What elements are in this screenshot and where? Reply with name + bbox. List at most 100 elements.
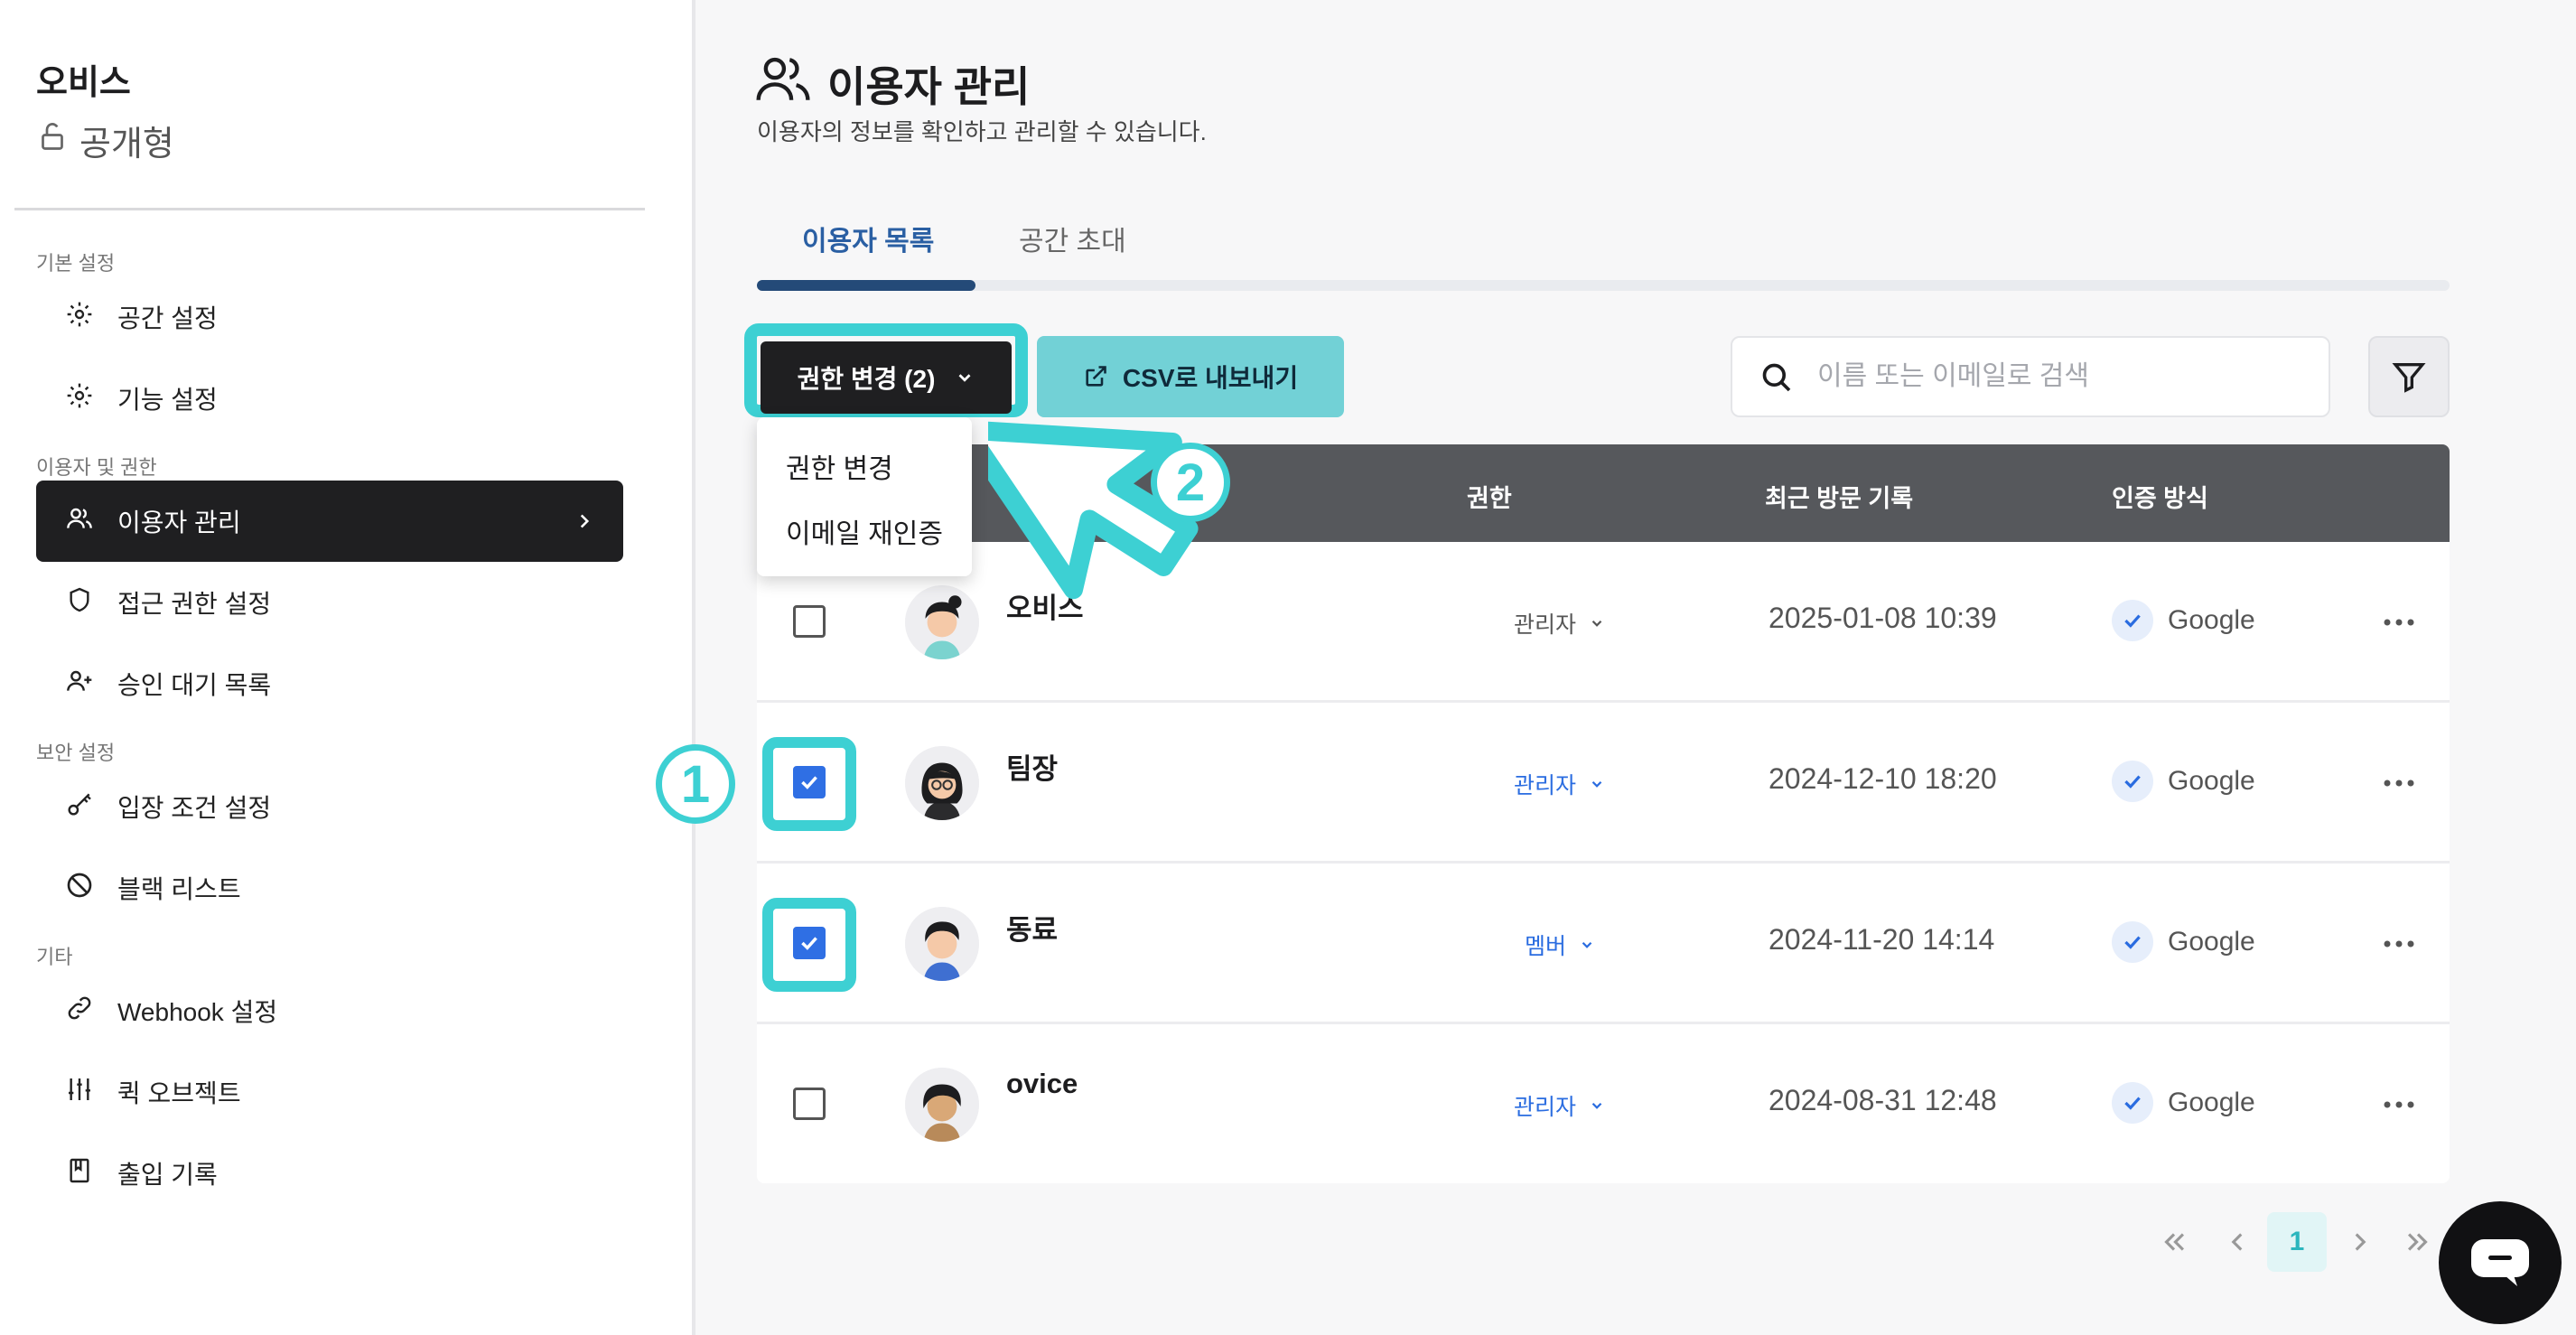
permission-dropdown-menu: 권한 변경 이메일 재인증 [757, 417, 972, 576]
column-header-last-visit: 최근 방문 기록 [1765, 485, 1914, 512]
chevron-down-icon [1591, 780, 1602, 788]
column-header-auth: 인증 방식 [2112, 485, 2208, 512]
double-chevron-right-icon [2407, 1233, 2428, 1251]
change-permission-label: 권한 변경 (2) [797, 365, 936, 393]
check-icon [2112, 761, 2153, 802]
sidebar-item-entry-conditions[interactable]: 입장 조건 설정 [36, 766, 623, 847]
row-checkbox[interactable] [793, 605, 826, 638]
last-visit: 2025-01-08 10:39 [1769, 602, 1997, 634]
sidebar-item-label: 퀵 오브젝트 [117, 1079, 241, 1107]
users-icon [755, 52, 811, 115]
chevron-down-icon [1582, 941, 1592, 948]
book-icon [65, 1156, 94, 1191]
role-dropdown[interactable]: 관리자 [1514, 768, 1605, 800]
chevron-right-icon [2355, 1233, 2366, 1251]
sidebar: 오비스 공개형 기본 설정 공간 설정 기능 설정 이용자 및 권한 이용자 관… [0, 0, 695, 1335]
column-header-role: 권한 [1467, 485, 1512, 512]
user-name: ovice [1006, 1068, 1078, 1099]
search-input[interactable] [1817, 361, 2305, 392]
sidebar-item-label: Webhook 설정 [117, 998, 278, 1026]
table-row: ovice 관리자 2024-08-31 12:48 Google [757, 1024, 2450, 1183]
sidebar-item-label: 기능 설정 [117, 386, 218, 414]
chevron-left-icon [2231, 1233, 2243, 1251]
first-page-button[interactable] [2144, 1212, 2204, 1272]
filter-button[interactable] [2368, 336, 2450, 417]
section-label-security: 보안 설정 [36, 742, 116, 764]
sidebar-item-label: 이용자 관리 [117, 509, 241, 537]
highlight-checkbox-row2 [762, 737, 856, 831]
chevron-down-icon [1591, 1102, 1602, 1109]
section-label-other: 기타 [36, 946, 73, 968]
next-page-button[interactable] [2330, 1212, 2390, 1272]
sidebar-item-access-log[interactable]: 출입 기록 [36, 1133, 623, 1214]
more-options-icon[interactable] [2381, 1091, 2417, 1118]
menu-item-email-reverify[interactable]: 이메일 재인증 [757, 499, 972, 564]
sidebar-item-space-settings[interactable]: 공간 설정 [36, 276, 623, 358]
tab-user-list[interactable]: 이용자 목록 [802, 219, 934, 258]
sidebar-divider [14, 208, 645, 210]
chat-icon [2471, 1239, 2529, 1286]
sidebar-item-webhook[interactable]: Webhook 설정 [36, 970, 623, 1051]
filter-icon [2392, 363, 2426, 393]
last-visit: 2024-08-31 12:48 [1769, 1084, 1997, 1116]
row-checkbox[interactable] [793, 1088, 826, 1120]
role-label: 멤버 [1525, 934, 1567, 959]
user-name: 팀장 [1006, 753, 1059, 785]
chevron-down-icon [958, 374, 971, 382]
gear-icon [65, 300, 94, 335]
menu-item-change-permission[interactable]: 권한 변경 [757, 434, 972, 499]
user-add-icon [65, 667, 94, 702]
sidebar-item-access-settings[interactable]: 접근 권한 설정 [36, 562, 623, 643]
role-label: 관리자 [1514, 773, 1577, 798]
page-button-current[interactable]: 1 [2267, 1212, 2327, 1272]
sidebar-item-user-management[interactable]: 이용자 관리 [36, 481, 623, 562]
more-options-icon[interactable] [2381, 770, 2417, 797]
search-icon [1762, 363, 1791, 392]
key-icon [65, 789, 94, 825]
auth-method: Google [2112, 921, 2255, 963]
role-dropdown[interactable]: 관리자 [1514, 1089, 1605, 1122]
org-name: 오비스 [36, 64, 131, 102]
sidebar-item-blacklist[interactable]: 블랙 리스트 [36, 847, 623, 929]
highlight-checkbox-row3 [762, 898, 856, 992]
more-options-icon[interactable] [2381, 609, 2417, 636]
role-dropdown[interactable]: 관리자 [1514, 607, 1605, 639]
role-dropdown[interactable]: 멤버 [1525, 929, 1595, 961]
sidebar-item-label: 접근 권한 설정 [117, 590, 272, 618]
page-subtitle: 이용자의 정보를 확인하고 관리할 수 있습니다. [757, 118, 1207, 145]
sidebar-item-feature-settings[interactable]: 기능 설정 [36, 358, 623, 439]
avatar [905, 746, 979, 820]
more-options-icon[interactable] [2381, 930, 2417, 957]
org-type-label: 공개형 [79, 126, 174, 163]
avatar [905, 1068, 979, 1142]
users-icon [65, 504, 94, 539]
tab-space-invite[interactable]: 공간 초대 [1019, 219, 1126, 258]
chat-support-button[interactable] [2439, 1201, 2562, 1324]
gear-icon [65, 381, 94, 416]
role-label: 관리자 [1514, 612, 1577, 638]
auth-label: Google [2168, 766, 2255, 796]
auth-label: Google [2168, 1088, 2255, 1117]
change-permission-button[interactable]: 권한 변경 (2) [761, 341, 1012, 414]
auth-method: Google [2112, 1082, 2255, 1124]
sliders-icon [65, 1075, 94, 1110]
ban-icon [65, 871, 94, 906]
sidebar-item-label: 출입 기록 [117, 1161, 218, 1189]
link-icon [65, 994, 94, 1029]
sidebar-item-label: 승인 대기 목록 [117, 671, 272, 699]
avatar [905, 585, 979, 659]
sidebar-item-label: 입장 조건 설정 [117, 794, 272, 822]
sidebar-item-pending-approvals[interactable]: 승인 대기 목록 [36, 643, 623, 724]
avatar [905, 907, 979, 981]
main-content: 이용자 관리 이용자의 정보를 확인하고 관리할 수 있습니다. 이용자 목록 … [656, 0, 2576, 1335]
page-title-text: 이용자 관리 [827, 62, 1031, 110]
last-visit: 2024-11-20 14:14 [1769, 923, 1995, 956]
table-row: 동료 멤버 2024-11-20 14:14 Google [757, 864, 2450, 1024]
section-label-users: 이용자 및 권한 [36, 456, 157, 479]
sidebar-item-quick-objects[interactable]: 퀵 오브젝트 [36, 1051, 623, 1133]
auth-label: Google [2168, 927, 2255, 957]
auth-label: Google [2168, 605, 2255, 635]
prev-page-button[interactable] [2207, 1212, 2267, 1272]
tab-bar: 이용자 목록 공간 초대 [757, 206, 2450, 291]
check-icon [2112, 921, 2153, 963]
